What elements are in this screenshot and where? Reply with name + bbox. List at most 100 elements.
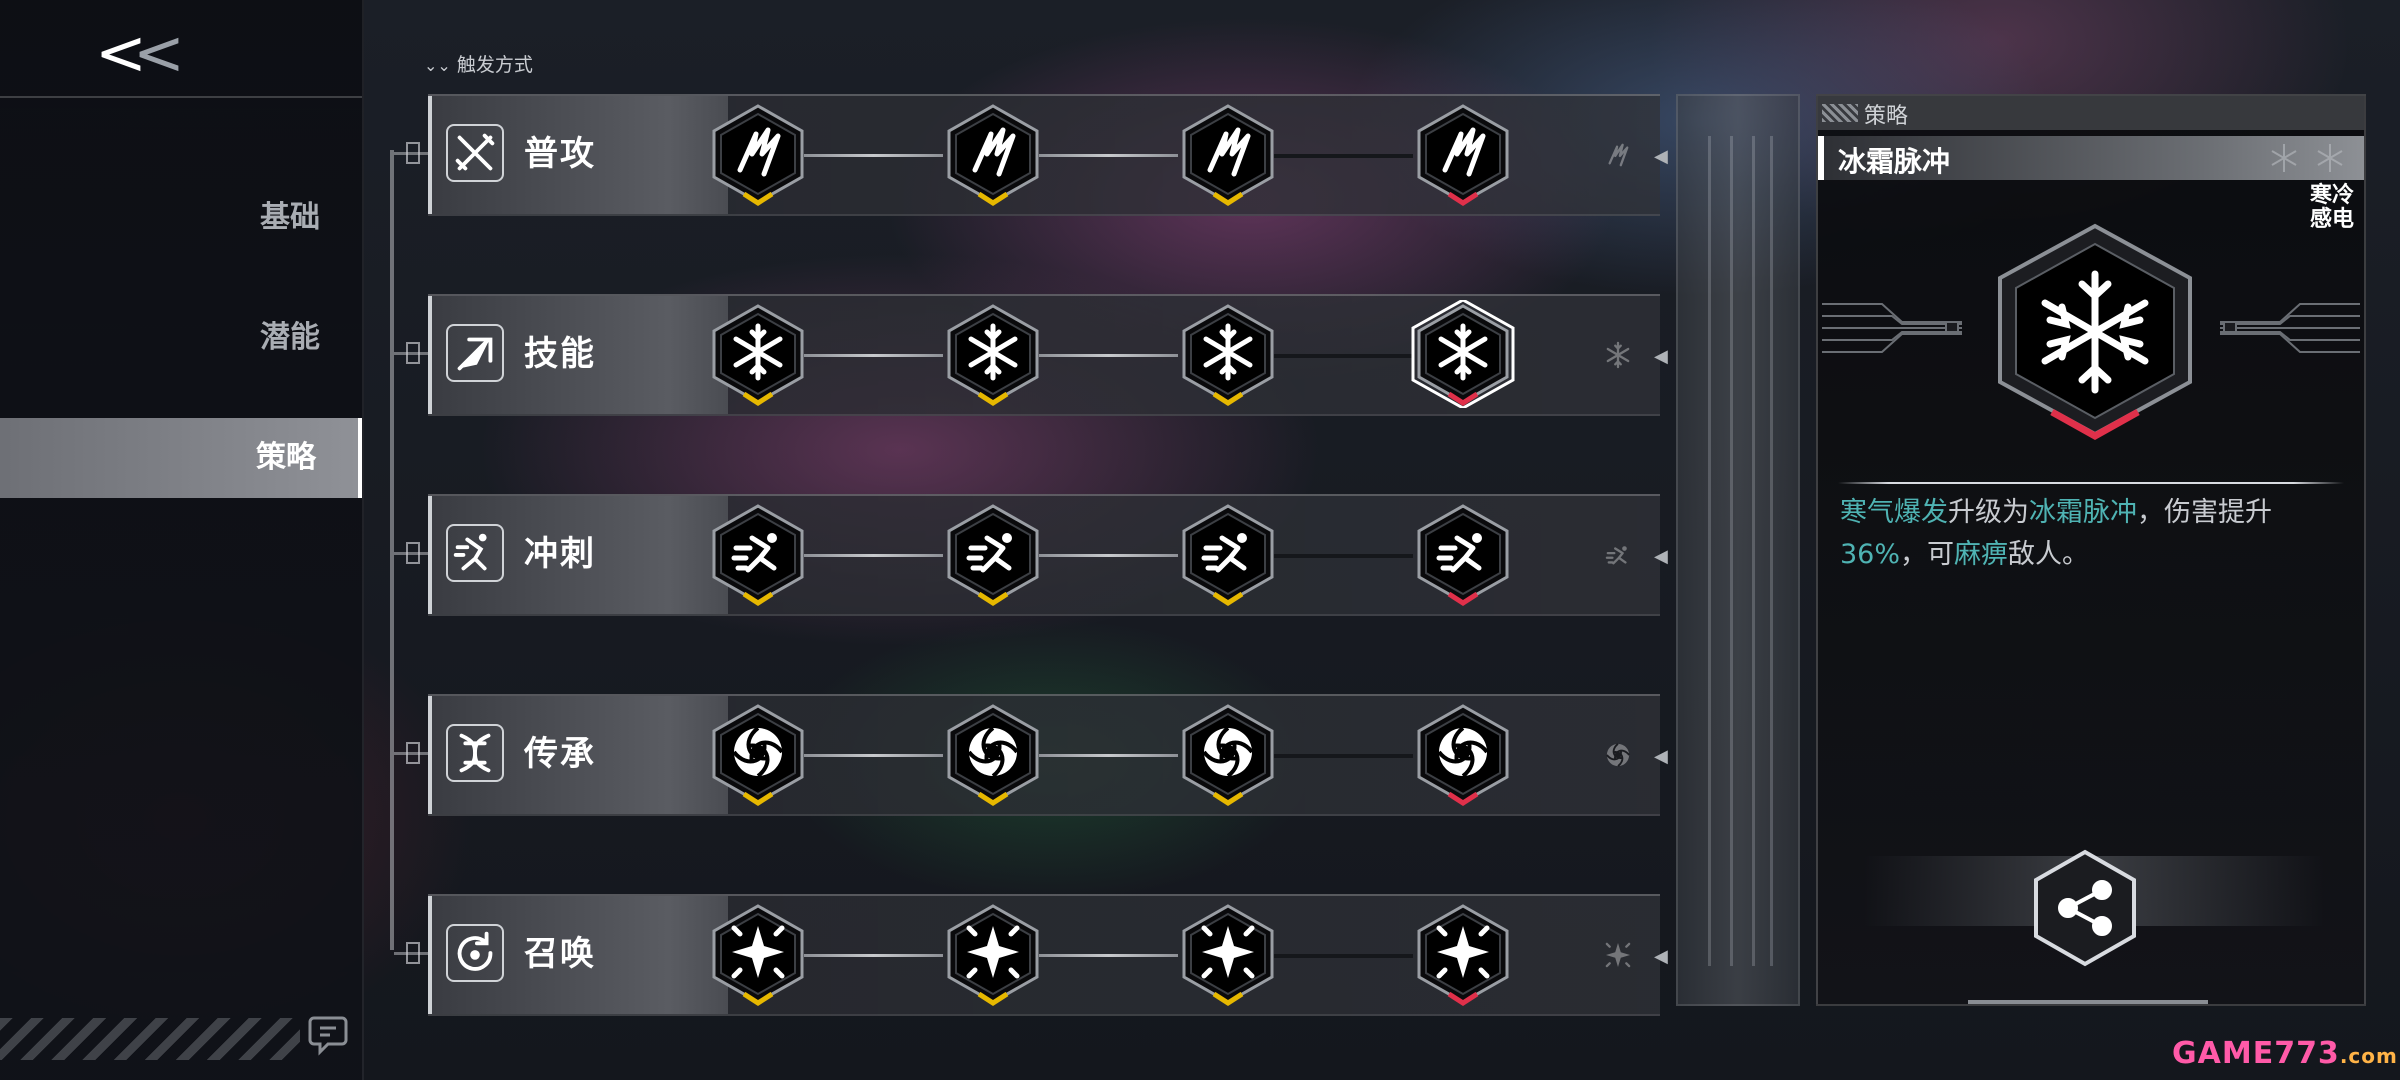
pattern-decoration — [1822, 104, 1858, 122]
strategy-node[interactable] — [1174, 500, 1282, 608]
node-link — [804, 154, 943, 157]
next-ghost-icon — [1588, 330, 1648, 380]
strategy-node[interactable] — [939, 500, 1047, 608]
row-header[interactable]: 传承 — [428, 696, 728, 814]
node-link — [804, 954, 943, 957]
frost-pulse-icon — [1998, 223, 2192, 441]
detail-tab: 策略 — [1818, 96, 2364, 130]
trigger-mode-label[interactable]: ⌄⌄ 触发方式 — [424, 50, 533, 77]
node-level-chevron — [742, 992, 774, 1006]
strategy-node[interactable] — [1409, 700, 1517, 808]
node-level-chevron — [1212, 792, 1244, 806]
watermark: GAME773.com — [2172, 1036, 2398, 1071]
node-level-chevron — [742, 192, 774, 206]
row-header[interactable]: 冲刺 — [428, 496, 728, 614]
description-text: 升级为 — [1948, 497, 2029, 528]
nav-item-potential[interactable]: 潜能 — [0, 298, 362, 378]
tag-shock: 感电 — [2309, 207, 2354, 232]
strategy-node[interactable] — [939, 100, 1047, 208]
node-level-chevron — [977, 392, 1009, 406]
caret-left-icon: ◀ — [1654, 346, 1668, 367]
row-title: 普攻 — [524, 134, 596, 174]
double-chevron-down-icon: ⌄⌄ — [424, 56, 451, 75]
node-level-chevron — [977, 792, 1009, 806]
description-text: 敌人。 — [2008, 539, 2090, 570]
dna-helix-icon — [446, 724, 504, 782]
strategy-row: 技能 ◀ — [428, 294, 1668, 416]
next-ghost-icon — [1588, 730, 1648, 780]
next-ghost-icon — [1588, 530, 1648, 580]
caret-left-icon: ◀ — [1654, 946, 1668, 967]
nav-item-basic[interactable]: 基础 — [0, 178, 362, 258]
element-tags: 寒冷 感电 — [2310, 184, 2354, 232]
sidebar-divider — [0, 96, 362, 98]
share-button[interactable] — [2030, 848, 2140, 968]
strategy-node[interactable] — [939, 900, 1047, 1008]
row-header[interactable]: 普攻 — [428, 96, 728, 214]
node-level-chevron — [1212, 392, 1244, 406]
node-link — [804, 554, 943, 557]
strategy-node[interactable] — [1409, 300, 1517, 408]
dash-runner-icon — [446, 524, 504, 582]
divider-panel — [1676, 94, 1800, 1006]
row-title: 传承 — [524, 734, 596, 774]
node-level-chevron — [742, 792, 774, 806]
strategy-node[interactable] — [939, 300, 1047, 408]
description-highlight: 寒气爆发 — [1840, 497, 1948, 528]
connector-node — [406, 742, 420, 764]
strategy-node[interactable] — [1409, 100, 1517, 208]
strategy-node[interactable] — [1174, 300, 1282, 408]
description-highlight: 麻痹 — [1954, 539, 2009, 570]
connector-node — [406, 942, 420, 964]
strategy-node[interactable] — [939, 700, 1047, 808]
strategy-node[interactable] — [1409, 500, 1517, 608]
node-link — [1274, 154, 1413, 158]
strategy-row: 传承 ◀ — [428, 694, 1668, 816]
chat-icon[interactable] — [308, 1014, 348, 1058]
node-link — [1274, 354, 1413, 358]
node-level-chevron — [742, 592, 774, 606]
strategy-node[interactable] — [1174, 700, 1282, 808]
caret-left-icon: ◀ — [1654, 746, 1668, 767]
strategy-row: 冲刺 ◀ — [428, 494, 1668, 616]
node-link — [1039, 154, 1178, 157]
strategy-node[interactable] — [704, 900, 812, 1008]
node-link — [1039, 354, 1178, 357]
tag-cold: 寒冷 — [2309, 183, 2354, 208]
nav-item-strategy[interactable]: 策略 — [0, 418, 362, 498]
row-title: 冲刺 — [524, 534, 596, 574]
row-title: 技能 — [524, 334, 596, 374]
strategy-node[interactable] — [704, 300, 812, 408]
arrow-up-right-icon — [446, 324, 504, 382]
detail-tab-label: 策略 — [1864, 104, 1909, 129]
description-divider — [1838, 482, 2344, 484]
node-link — [1274, 754, 1413, 758]
strategy-node[interactable] — [1174, 900, 1282, 1008]
node-link — [804, 354, 943, 357]
node-link — [1039, 754, 1178, 757]
strategy-node[interactable] — [1409, 900, 1517, 1008]
snowflake-decor-icon — [2271, 144, 2343, 172]
row-header[interactable]: 技能 — [428, 296, 728, 414]
back-button[interactable]: << — [95, 20, 205, 86]
scroll-indicator — [1968, 1000, 2208, 1004]
strategy-node[interactable] — [704, 100, 812, 208]
strategy-description: 寒气爆发升级为冰霜脉冲，伤害提升 36%，可麻痹敌人。 — [1840, 492, 2340, 576]
node-level-chevron — [1212, 192, 1244, 206]
node-level-chevron — [1212, 992, 1244, 1006]
row-title: 召唤 — [524, 934, 596, 974]
next-ghost-icon — [1588, 930, 1648, 980]
node-level-chevron — [1447, 192, 1479, 206]
strategy-node[interactable] — [704, 500, 812, 608]
sidebar: << 基础 潜能 策略 — [0, 0, 364, 1080]
node-link — [804, 754, 943, 757]
row-header[interactable]: 召唤 — [428, 896, 728, 1014]
strategy-node[interactable] — [1174, 100, 1282, 208]
node-level-chevron — [1212, 592, 1244, 606]
strategy-node[interactable] — [704, 700, 812, 808]
circuit-decor-left — [1822, 303, 1962, 353]
node-level-chevron — [977, 592, 1009, 606]
node-link — [1039, 554, 1178, 557]
strategy-row: 普攻 ◀ — [428, 94, 1668, 216]
node-level-chevron — [977, 192, 1009, 206]
